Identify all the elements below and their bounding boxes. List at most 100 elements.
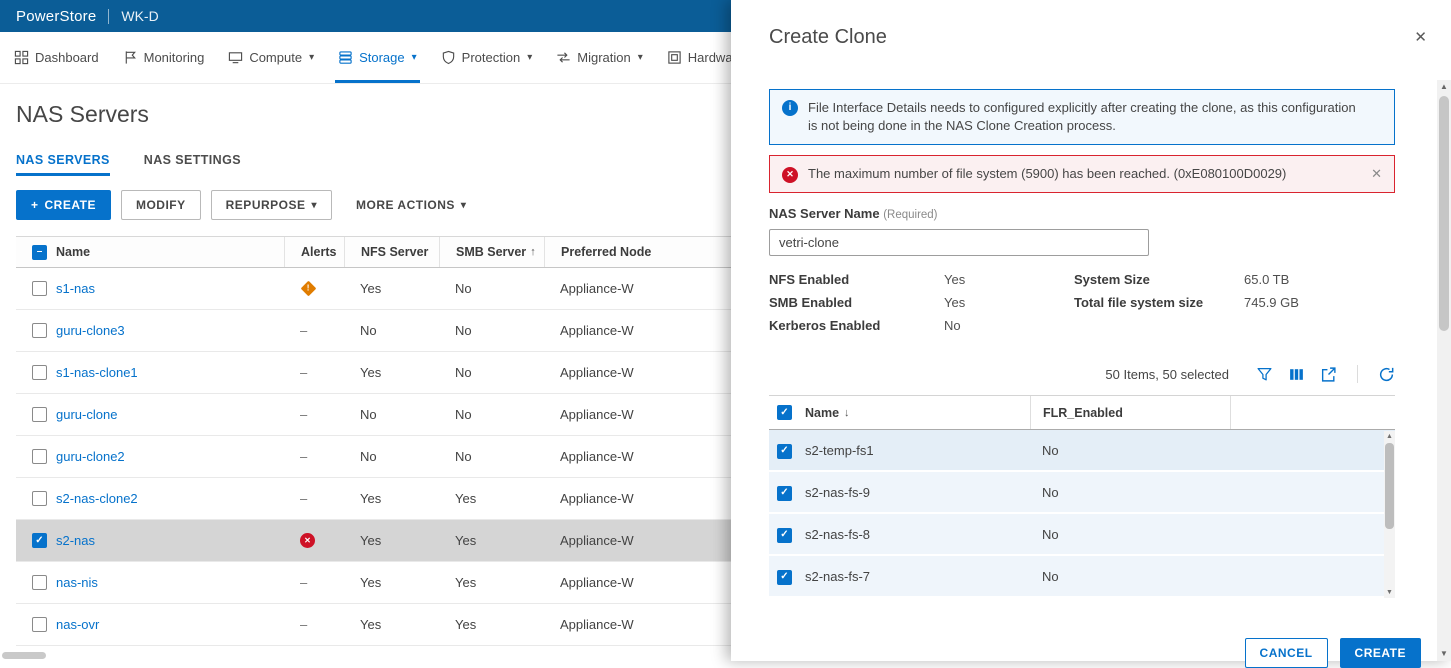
scroll-up-icon[interactable]: ▲ bbox=[1386, 431, 1393, 442]
nas-servers-table: – Name Alerts NFS Server SMB Server ↑ Pre… bbox=[16, 236, 731, 646]
tab-nas-settings[interactable]: NAS SETTINGS bbox=[144, 153, 241, 176]
fs-row-checkbox-checked[interactable]: ✓ bbox=[777, 569, 792, 585]
node-value: Appliance-W bbox=[560, 449, 634, 464]
header-divider bbox=[108, 8, 110, 24]
node-value: Appliance-W bbox=[560, 533, 634, 548]
column-header-preferred-node[interactable]: Preferred Node bbox=[544, 237, 731, 267]
error-icon: ✕ bbox=[300, 533, 315, 548]
nas-server-link[interactable]: s2-nas-clone2 bbox=[56, 491, 138, 506]
fs-column-header-name[interactable]: Name ↓ bbox=[805, 396, 1030, 429]
no-alerts-dash: – bbox=[300, 365, 308, 380]
nav-item-monitoring[interactable]: Monitoring bbox=[123, 32, 204, 83]
scrollbar-thumb[interactable] bbox=[1385, 443, 1394, 529]
table-row[interactable]: s2-nas-clone2 – Yes Yes Appliance-W bbox=[16, 478, 731, 520]
fs-row-checkbox-checked[interactable]: ✓ bbox=[777, 443, 792, 459]
tab-nas-servers[interactable]: NAS SERVERS bbox=[16, 153, 110, 176]
nas-server-link[interactable]: nas-nis bbox=[56, 575, 98, 590]
nav-item-compute[interactable]: Compute ▾ bbox=[228, 32, 314, 83]
detail-value: No bbox=[944, 318, 961, 333]
fs-row[interactable]: ✓ s2-temp-fs1 No bbox=[769, 430, 1395, 472]
create-clone-button[interactable]: CREATE bbox=[1339, 638, 1421, 668]
scrollbar-thumb[interactable] bbox=[1439, 96, 1449, 331]
hardware-icon bbox=[668, 51, 681, 64]
clone-details: NFS Enabled Yes System Size 65.0 TB SMB … bbox=[769, 272, 1395, 333]
brand-logo[interactable]: PowerStore bbox=[16, 8, 96, 25]
nas-server-name-input[interactable] bbox=[769, 229, 1149, 256]
row-checkbox[interactable] bbox=[32, 617, 47, 632]
create-button[interactable]: + CREATE bbox=[16, 190, 111, 220]
detail-label: Kerberos Enabled bbox=[769, 318, 881, 333]
table-row[interactable]: s1-nas-clone1 – Yes No Appliance-W bbox=[16, 352, 731, 394]
nav-item-storage[interactable]: Storage ▾ bbox=[335, 32, 420, 83]
fs-column-header-flr[interactable]: FLR_Enabled bbox=[1030, 396, 1230, 429]
table-row[interactable]: guru-clone3 – No No Appliance-W bbox=[16, 310, 731, 352]
detail-label: NFS Enabled bbox=[769, 272, 850, 287]
export-icon[interactable] bbox=[1320, 366, 1337, 383]
table-row[interactable]: guru-clone2 – No No Appliance-W bbox=[16, 436, 731, 478]
smb-value: No bbox=[455, 365, 472, 380]
row-checkbox[interactable] bbox=[32, 365, 47, 380]
modify-button[interactable]: MODIFY bbox=[120, 190, 201, 220]
scroll-up-icon[interactable]: ▲ bbox=[1440, 80, 1448, 94]
fs-row[interactable]: ✓ s2-nas-fs-8 No bbox=[769, 514, 1395, 556]
row-checkbox[interactable] bbox=[32, 491, 47, 506]
chevron-down-icon: ▾ bbox=[527, 52, 533, 63]
column-header-name[interactable]: Name bbox=[56, 237, 284, 267]
nfs-value: Yes bbox=[360, 491, 382, 506]
row-checkbox-checked[interactable]: ✓ bbox=[32, 533, 47, 548]
panel-header: Create Clone ✕ bbox=[731, 0, 1451, 49]
more-actions-button[interactable]: MORE ACTIONS ▾ bbox=[342, 190, 480, 220]
nav-item-dashboard[interactable]: Dashboard bbox=[14, 32, 99, 83]
table-header-row: – Name Alerts NFS Server SMB Server ↑ Pre… bbox=[16, 236, 731, 268]
table-row[interactable]: nas-ovr – Yes Yes Appliance-W bbox=[16, 604, 731, 646]
chevron-down-icon: ▾ bbox=[460, 199, 467, 211]
repurpose-button[interactable]: REPURPOSE ▾ bbox=[210, 190, 333, 220]
toolbar-divider bbox=[1357, 365, 1358, 383]
nas-server-link[interactable]: guru-clone3 bbox=[56, 323, 125, 338]
no-alerts-dash: – bbox=[300, 491, 308, 506]
row-checkbox[interactable] bbox=[32, 407, 47, 422]
table-row[interactable]: s1-nas ! Yes No Appliance-W bbox=[16, 268, 731, 310]
refresh-icon[interactable] bbox=[1378, 366, 1395, 383]
nas-server-link[interactable]: guru-clone2 bbox=[56, 449, 125, 464]
nav-item-protection[interactable]: Protection ▾ bbox=[441, 32, 533, 83]
nas-server-link[interactable]: s1-nas-clone1 bbox=[56, 365, 138, 380]
close-icon[interactable]: ✕ bbox=[1414, 28, 1427, 46]
scroll-down-icon[interactable]: ▼ bbox=[1386, 587, 1393, 598]
nav-label: Compute bbox=[249, 50, 303, 65]
nas-server-link[interactable]: nas-ovr bbox=[56, 617, 99, 632]
filter-icon[interactable] bbox=[1256, 366, 1273, 383]
info-icon: i bbox=[782, 100, 798, 116]
column-header-nfs-server[interactable]: NFS Server bbox=[344, 237, 439, 267]
fs-row[interactable]: ✓ s2-nas-fs-7 No bbox=[769, 556, 1395, 598]
nas-server-link[interactable]: guru-clone bbox=[56, 407, 117, 422]
cancel-button[interactable]: CANCEL bbox=[1244, 638, 1328, 668]
node-value: Appliance-W bbox=[560, 575, 634, 590]
table-row-selected[interactable]: ✓ s2-nas ✕ Yes Yes Appliance-W bbox=[16, 520, 731, 562]
row-checkbox[interactable] bbox=[32, 323, 47, 338]
scroll-down-icon[interactable]: ▼ bbox=[1440, 647, 1448, 661]
error-banner: ✕ The maximum number of file system (590… bbox=[769, 155, 1395, 193]
columns-icon[interactable] bbox=[1288, 366, 1305, 383]
column-header-alerts[interactable]: Alerts bbox=[284, 237, 344, 267]
dismiss-error-icon[interactable]: ✕ bbox=[1371, 166, 1382, 182]
row-checkbox[interactable] bbox=[32, 575, 47, 590]
nav-item-migration[interactable]: Migration ▾ bbox=[556, 32, 643, 83]
nas-server-link[interactable]: s2-nas bbox=[56, 533, 95, 548]
select-all-filesystems-checkbox[interactable]: ✓ bbox=[777, 405, 792, 420]
row-checkbox[interactable] bbox=[32, 281, 47, 296]
panel-scrollbar[interactable]: ▲ ▼ bbox=[1437, 80, 1451, 661]
row-checkbox[interactable] bbox=[32, 449, 47, 464]
nfs-value: No bbox=[360, 407, 377, 422]
horizontal-scrollbar[interactable] bbox=[2, 652, 46, 659]
panel-body: i File Interface Details needs to config… bbox=[731, 49, 1451, 598]
fs-row-checkbox-checked[interactable]: ✓ bbox=[777, 485, 792, 501]
nas-server-link[interactable]: s1-nas bbox=[56, 281, 95, 296]
table-row[interactable]: guru-clone – No No Appliance-W bbox=[16, 394, 731, 436]
column-header-smb-server[interactable]: SMB Server ↑ bbox=[439, 237, 544, 267]
select-all-checkbox[interactable]: – bbox=[32, 244, 47, 260]
fs-table-scrollbar[interactable]: ▲ ▼ bbox=[1384, 431, 1395, 598]
table-row[interactable]: nas-nis – Yes Yes Appliance-W bbox=[16, 562, 731, 604]
fs-row[interactable]: ✓ s2-nas-fs-9 No bbox=[769, 472, 1395, 514]
fs-row-checkbox-checked[interactable]: ✓ bbox=[777, 527, 792, 543]
